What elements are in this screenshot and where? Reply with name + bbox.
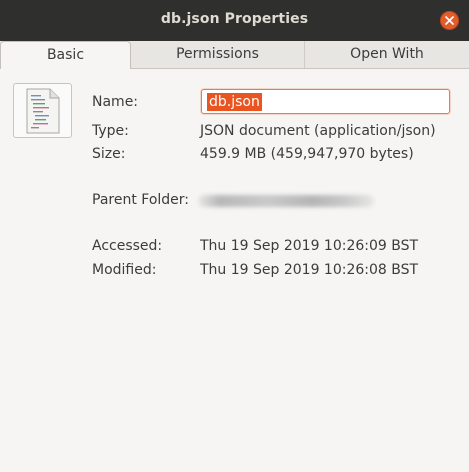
- close-icon: [445, 16, 454, 25]
- parent-folder-label: Parent Folder:: [92, 192, 190, 208]
- size-value: 459.9 MB (459,947,970 bytes): [200, 146, 414, 162]
- accessed-value: Thu 19 Sep 2019 10:26:09 BST: [200, 238, 419, 254]
- name-label: Name:: [92, 94, 139, 110]
- tab-permissions[interactable]: Permissions: [131, 41, 305, 68]
- tab-bar: Basic Permissions Open With: [0, 41, 469, 69]
- name-input[interactable]: db.json: [201, 89, 450, 114]
- tab-open-with[interactable]: Open With: [305, 41, 469, 68]
- accessed-label: Accessed:: [92, 238, 163, 254]
- window-title: db.json Properties: [160, 11, 309, 27]
- basic-tab-panel: Name: db.json Type: JSON document (appli…: [0, 69, 469, 472]
- title-bar[interactable]: db.json Properties: [0, 0, 469, 41]
- close-button[interactable]: [440, 11, 459, 30]
- file-icon-button[interactable]: [13, 83, 72, 138]
- tab-basic[interactable]: Basic: [0, 41, 131, 69]
- size-label: Size:: [92, 146, 126, 162]
- modified-label: Modified:: [92, 262, 157, 278]
- properties-window: db.json Properties Basic Permissions Ope…: [0, 0, 469, 472]
- name-input-selected-text: db.json: [207, 93, 262, 111]
- type-value: JSON document (application/json): [200, 123, 436, 139]
- json-document-icon: [26, 88, 60, 134]
- type-label: Type:: [92, 123, 129, 139]
- parent-folder-value-redacted[interactable]: [198, 195, 374, 207]
- modified-value: Thu 19 Sep 2019 10:26:08 BST: [200, 262, 419, 278]
